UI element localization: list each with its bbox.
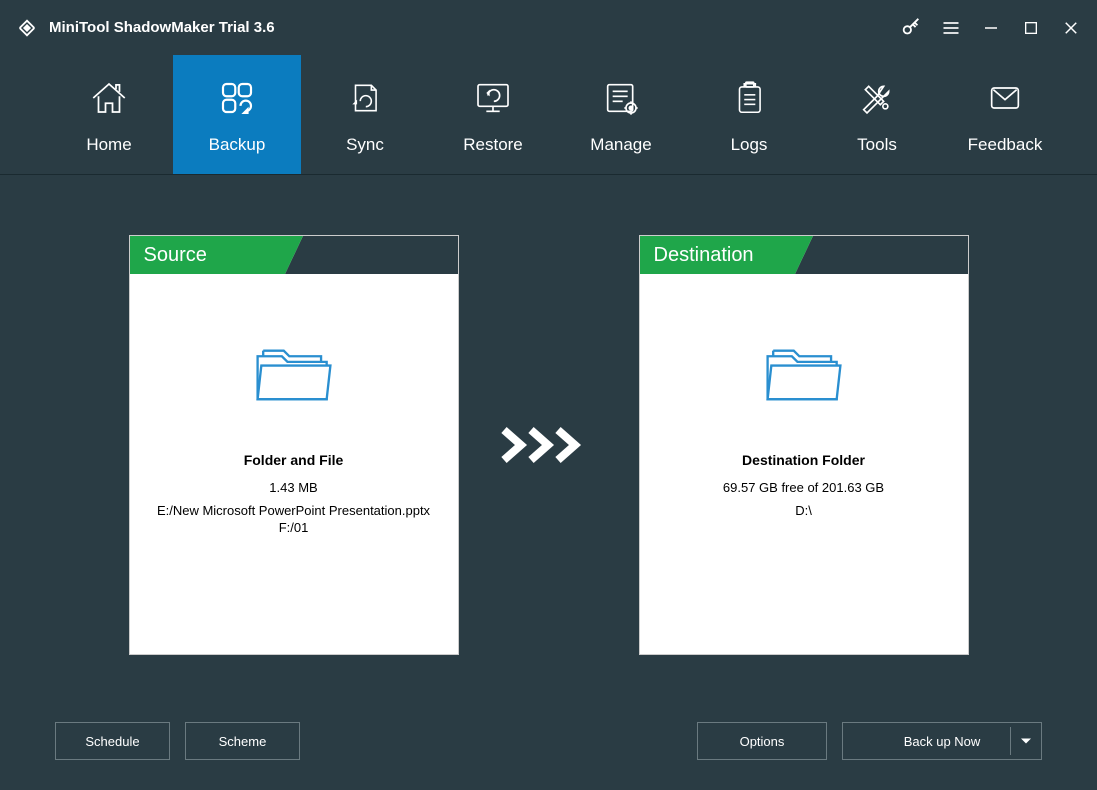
nav-restore[interactable]: Restore [429,55,557,174]
feedback-icon [982,75,1028,121]
restore-icon [470,75,516,121]
source-card[interactable]: Source Folder and File 1.43 MB E:/New Mi… [129,235,459,655]
title-bar: MiniTool ShadowMaker Trial 3.6 [0,0,1097,55]
key-icon[interactable] [900,17,922,39]
destination-card[interactable]: Destination Destination Folder 69.57 GB … [639,235,969,655]
content-area: Source Folder and File 1.43 MB E:/New Mi… [0,175,1097,790]
nav-feedback[interactable]: Feedback [941,55,1069,174]
minimize-button[interactable] [980,17,1002,39]
destination-free: 69.57 GB free of 201.63 GB [707,480,900,497]
schedule-button[interactable]: Schedule [55,722,170,760]
maximize-button[interactable] [1020,17,1042,39]
scheme-button[interactable]: Scheme [185,722,300,760]
source-title: Folder and File [244,452,344,468]
folder-icon [762,339,846,412]
home-icon [86,75,132,121]
destination-title: Destination Folder [742,452,865,468]
menu-icon[interactable] [940,17,962,39]
options-button[interactable]: Options [697,722,827,760]
nav-tools[interactable]: Tools [813,55,941,174]
nav-home[interactable]: Home [45,55,173,174]
nav-sync-label: Sync [346,135,384,155]
nav-backup-label: Backup [209,135,266,155]
sync-icon [342,75,388,121]
nav-sync[interactable]: Sync [301,55,429,174]
source-path: E:/New Microsoft PowerPoint Presentation… [130,503,458,537]
nav-restore-label: Restore [463,135,523,155]
nav-backup[interactable]: Backup [173,55,301,174]
nav-manage-label: Manage [590,135,651,155]
folder-icon [252,339,336,412]
logs-icon [726,75,772,121]
nav-home-label: Home [86,135,131,155]
close-button[interactable] [1060,17,1082,39]
backup-now-button[interactable]: Back up Now [842,722,1042,760]
window-controls [900,17,1082,39]
nav-logs-label: Logs [731,135,768,155]
nav-manage[interactable]: Manage [557,55,685,174]
source-size: 1.43 MB [253,480,333,497]
backup-icon [214,75,260,121]
nav-logs[interactable]: Logs [685,55,813,174]
app-logo-icon [15,16,39,40]
tools-icon [854,75,900,121]
app-title: MiniTool ShadowMaker Trial 3.6 [49,19,275,36]
nav-tools-label: Tools [857,135,897,155]
destination-header: Destination [640,236,795,274]
arrows-icon [499,425,599,465]
manage-icon [598,75,644,121]
main-navigation: Home Backup Sync Restore [0,55,1097,175]
source-header: Source [130,236,285,274]
destination-path: D:\ [779,503,828,520]
chevron-down-icon[interactable] [1021,739,1031,744]
backup-now-label: Back up Now [904,734,981,749]
nav-feedback-label: Feedback [968,135,1043,155]
